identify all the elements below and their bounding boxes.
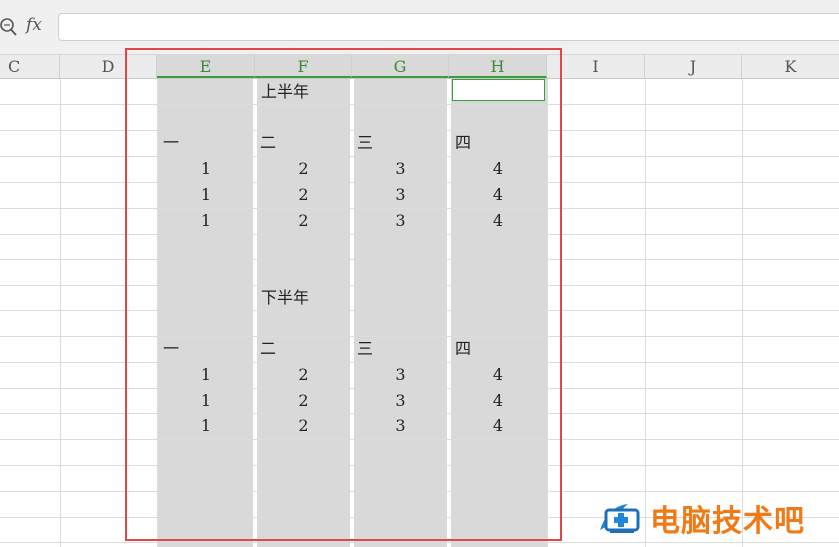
table-cell[interactable]: 2 xyxy=(255,413,352,438)
table-header-cell[interactable]: 一 xyxy=(163,130,179,155)
fx-label: fx xyxy=(26,15,42,35)
table-cell[interactable]: 3 xyxy=(352,156,449,181)
column-header-f[interactable]: F xyxy=(255,55,352,78)
table-cell[interactable]: 4 xyxy=(449,388,547,413)
table-cell[interactable]: 1 xyxy=(157,388,255,413)
table-cell[interactable]: 2 xyxy=(255,156,352,181)
table-cell[interactable]: 4 xyxy=(449,156,547,181)
table-cell[interactable]: 3 xyxy=(352,388,449,413)
table-header-cell[interactable]: 四 xyxy=(455,336,471,361)
formula-bar: fx xyxy=(0,0,839,55)
table-header-cell[interactable]: 四 xyxy=(455,130,471,155)
computer-logo-icon xyxy=(600,504,640,533)
table-cell[interactable]: 2 xyxy=(255,182,352,207)
table-cell[interactable]: 1 xyxy=(157,362,255,387)
table-cell[interactable]: 3 xyxy=(352,413,449,438)
zoom-icon[interactable] xyxy=(0,17,18,37)
column-header-k[interactable]: K xyxy=(742,55,839,78)
section-title[interactable]: 下半年 xyxy=(261,285,309,310)
watermark: 电脑技术吧 xyxy=(598,496,805,540)
table-header-cell[interactable]: 二 xyxy=(260,130,276,155)
table-cell[interactable]: 3 xyxy=(352,182,449,207)
formula-input[interactable] xyxy=(58,13,839,41)
column-header-d[interactable]: D xyxy=(60,55,157,78)
column-header-i[interactable]: I xyxy=(547,55,645,78)
table-cell[interactable]: 2 xyxy=(255,208,352,233)
table-cell[interactable]: 2 xyxy=(255,388,352,413)
table-cell[interactable]: 4 xyxy=(449,413,547,438)
column-header-g[interactable]: G xyxy=(352,55,449,78)
table-header-cell[interactable]: 一 xyxy=(163,336,179,361)
column-separator xyxy=(253,79,257,547)
table-cell[interactable]: 3 xyxy=(352,208,449,233)
table-cell[interactable]: 4 xyxy=(449,208,547,233)
table-cell[interactable]: 4 xyxy=(449,182,547,207)
column-header-e[interactable]: E xyxy=(157,55,255,78)
table-cell[interactable]: 1 xyxy=(157,182,255,207)
table-cell[interactable]: 2 xyxy=(255,362,352,387)
column-header-j[interactable]: J xyxy=(645,55,742,78)
column-separator xyxy=(447,79,451,547)
table-cell[interactable]: 1 xyxy=(157,208,255,233)
table-cell[interactable]: 1 xyxy=(157,156,255,181)
column-separator xyxy=(350,79,354,547)
table-cell[interactable]: 4 xyxy=(449,362,547,387)
section-title[interactable]: 上半年 xyxy=(261,79,309,104)
watermark-text: 电脑技术吧 xyxy=(650,504,805,539)
cell-grid[interactable]: 上半年 一 二 三 四 1 2 3 4 1 2 3 4 1 2 3 4 下半年 … xyxy=(0,79,839,547)
table-header-cell[interactable]: 三 xyxy=(357,336,373,361)
column-header-row: C D E F G H I J K xyxy=(0,55,839,79)
table-header-cell[interactable]: 二 xyxy=(260,336,276,361)
column-header-c[interactable]: C xyxy=(0,55,60,78)
table-cell[interactable]: 3 xyxy=(352,362,449,387)
table-header-cell[interactable]: 三 xyxy=(357,130,373,155)
column-header-h[interactable]: H xyxy=(449,55,547,78)
active-cell[interactable] xyxy=(452,79,545,101)
table-cell[interactable]: 1 xyxy=(157,413,255,438)
